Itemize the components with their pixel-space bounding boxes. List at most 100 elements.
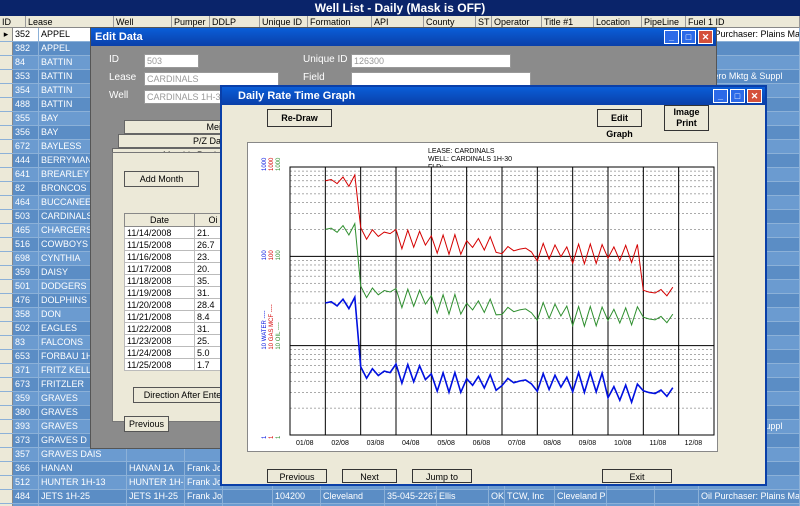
table-row[interactable]: 11/15/2008 26.7 (124, 238, 232, 251)
table-cell[interactable] (185, 448, 223, 461)
row-selector[interactable] (0, 280, 13, 293)
date-cell[interactable]: 11/21/2008 (124, 310, 195, 323)
direction-after-enter-button[interactable]: Direction After Ente (133, 387, 232, 403)
table-cell[interactable]: Cleveland Play (555, 490, 607, 503)
edit-previous-button[interactable]: Previous (124, 416, 169, 432)
table-cell[interactable]: 355 (13, 112, 39, 125)
graph-next-button[interactable]: Next (342, 469, 397, 483)
date-cell[interactable]: 11/22/2008 (124, 322, 195, 335)
row-selector[interactable] (0, 252, 13, 265)
table-cell[interactable]: 356 (13, 126, 39, 139)
date-cell[interactable]: 11/20/2008 (124, 298, 195, 311)
table-cell[interactable]: TCW, Inc (505, 490, 555, 503)
row-selector[interactable] (0, 182, 13, 195)
date-cell[interactable]: 11/14/2008 (124, 226, 195, 239)
edit-window-titlebar[interactable]: Edit Data _ □ ✕ (91, 28, 716, 46)
table-cell[interactable]: 382 (13, 42, 39, 55)
table-cell[interactable]: HUNTER 1H-13 (39, 476, 127, 489)
table-cell[interactable]: 502 (13, 322, 39, 335)
row-selector[interactable] (0, 392, 13, 405)
table-cell[interactable]: GRAVES DAIS (39, 448, 127, 461)
date-cell[interactable]: 11/17/2008 (124, 262, 195, 275)
row-selector[interactable] (0, 462, 13, 475)
row-selector[interactable] (0, 476, 13, 489)
table-cell[interactable]: 503 (13, 210, 39, 223)
table-cell[interactable]: Cleveland (321, 490, 385, 503)
table-cell[interactable]: 501 (13, 280, 39, 293)
table-cell[interactable]: 672 (13, 140, 39, 153)
table-cell[interactable]: 359 (13, 266, 39, 279)
table-cell[interactable]: 465 (13, 224, 39, 237)
table-cell[interactable]: 84 (13, 56, 39, 69)
table-cell[interactable] (655, 490, 699, 503)
table-cell[interactable]: JETS 1H-25 (127, 490, 185, 503)
table-cell[interactable] (607, 490, 655, 503)
row-selector[interactable] (0, 238, 13, 251)
row-selector[interactable] (0, 224, 13, 237)
table-cell[interactable]: 373 (13, 434, 39, 447)
table-cell[interactable]: Ellis (437, 490, 489, 503)
row-selector[interactable] (0, 168, 13, 181)
close-icon[interactable]: ✕ (747, 89, 762, 103)
row-selector[interactable] (0, 336, 13, 349)
row-selector[interactable] (0, 196, 13, 209)
table-row[interactable]: 11/22/2008 31. (124, 322, 232, 335)
row-selector[interactable] (0, 406, 13, 419)
table-row[interactable]: 11/14/2008 21. (124, 226, 232, 239)
add-month-button[interactable]: Add Month (124, 171, 199, 187)
row-selector[interactable] (0, 84, 13, 97)
table-cell[interactable]: 359 (13, 392, 39, 405)
table-cell[interactable]: 35-045-2267 (385, 490, 437, 503)
table-row[interactable]: 11/24/2008 5.0 (124, 346, 232, 359)
date-cell[interactable]: 11/24/2008 (124, 346, 195, 359)
row-selector[interactable] (0, 420, 13, 433)
row-selector[interactable] (0, 294, 13, 307)
table-cell[interactable]: 352 (13, 28, 39, 41)
minimize-icon[interactable]: _ (664, 30, 679, 44)
redraw-button[interactable]: Re-Draw (267, 109, 332, 127)
table-cell[interactable]: HANAN (39, 462, 127, 475)
table-cell[interactable]: 380 (13, 406, 39, 419)
table-cell[interactable]: 698 (13, 252, 39, 265)
table-cell[interactable]: 353 (13, 70, 39, 83)
maximize-icon[interactable]: □ (681, 30, 696, 44)
row-selector[interactable] (0, 308, 13, 321)
table-cell[interactable]: HUNTER 1H-13 (127, 476, 185, 489)
image-print-button[interactable]: Image Print (664, 105, 709, 131)
table-cell[interactable]: 516 (13, 238, 39, 251)
table-cell[interactable]: OK (489, 490, 505, 503)
table-cell[interactable]: 358 (13, 308, 39, 321)
table-row[interactable]: 11/17/2008 20. (124, 262, 232, 275)
date-cell[interactable]: 11/16/2008 (124, 250, 195, 263)
table-cell[interactable]: 512 (13, 476, 39, 489)
table-cell[interactable]: 357 (13, 448, 39, 461)
table-cell[interactable] (223, 490, 273, 503)
table-cell[interactable]: 484 (13, 490, 39, 503)
table-cell[interactable]: JETS 1H-25 (39, 490, 127, 503)
graph-window-titlebar[interactable]: Daily Rate Time Graph _ □ ✕ (222, 87, 765, 105)
row-selector[interactable] (0, 140, 13, 153)
table-cell[interactable]: 393 (13, 420, 39, 433)
row-selector[interactable]: ▸ (0, 28, 13, 41)
table-row[interactable]: 11/25/2008 1.7 (124, 358, 232, 371)
row-selector[interactable] (0, 322, 13, 335)
edit-graph-button[interactable]: Edit Graph (597, 109, 642, 139)
row-selector[interactable] (0, 70, 13, 83)
row-selector[interactable] (0, 378, 13, 391)
table-row[interactable]: 484JETS 1H-25JETS 1H-25Frank John 12/4/2… (0, 490, 800, 504)
row-selector[interactable] (0, 364, 13, 377)
tab-mei[interactable]: Mei (124, 120, 224, 134)
table-row[interactable]: 11/20/2008 28.4 (124, 298, 232, 311)
unique-id-field[interactable]: 126300 (351, 54, 511, 68)
table-cell[interactable]: 476 (13, 294, 39, 307)
date-cell[interactable]: 11/15/2008 (124, 238, 195, 251)
table-cell[interactable]: Oil Purchaser: Plains Mar (699, 490, 800, 503)
table-cell[interactable]: 464 (13, 196, 39, 209)
exit-button[interactable]: Exit (602, 469, 672, 483)
date-cell[interactable]: 11/23/2008 (124, 334, 195, 347)
close-icon[interactable]: ✕ (698, 30, 713, 44)
row-selector[interactable] (0, 112, 13, 125)
table-cell[interactable] (127, 448, 185, 461)
row-selector[interactable] (0, 448, 13, 461)
table-cell[interactable]: Frank John 12/1/2008 (185, 462, 223, 475)
